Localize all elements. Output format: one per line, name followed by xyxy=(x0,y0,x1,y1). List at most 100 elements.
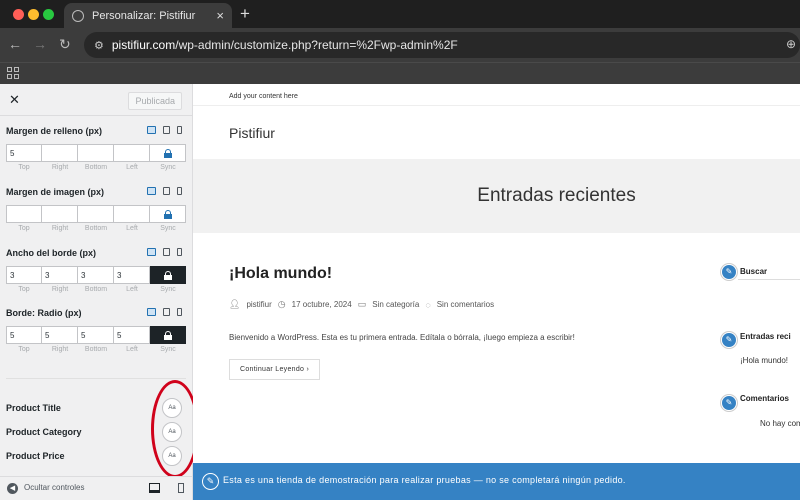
mobile-icon[interactable] xyxy=(177,248,182,256)
recent-post-link[interactable]: ¡Hola mundo! xyxy=(740,356,788,365)
bottom-label: Bottom xyxy=(84,346,108,353)
post-meta: 👤︎ pistifiur ◷ 17 octubre, 2024 ▭ Sin ca… xyxy=(229,299,494,310)
red-highlight-ellipse xyxy=(151,380,199,478)
maximize-window-button[interactable] xyxy=(43,9,54,20)
close-tab-icon[interactable]: × xyxy=(216,8,224,23)
right-input[interactable] xyxy=(42,205,78,223)
edit-pencil-icon[interactable]: ✎ xyxy=(721,332,737,348)
desktop-icon[interactable] xyxy=(147,187,156,195)
left-input[interactable]: 3 xyxy=(114,266,150,284)
sync-toggle[interactable] xyxy=(150,266,186,284)
desktop-preview-icon[interactable] xyxy=(149,483,160,493)
apps-grid-icon[interactable] xyxy=(7,67,19,79)
page-hero: Entradas recientes xyxy=(193,159,800,233)
back-arrow-icon[interactable]: ← xyxy=(8,36,22,52)
mobile-icon[interactable] xyxy=(177,308,182,316)
bottom-label: Bottom xyxy=(84,225,108,232)
zoom-icon[interactable]: ⊕ xyxy=(786,37,796,51)
browser-tab[interactable]: Personalizar: Pistifiur × xyxy=(64,3,232,28)
top-input[interactable] xyxy=(6,205,42,223)
forward-arrow-icon[interactable]: → xyxy=(33,36,47,52)
collapse-icon[interactable]: ◀ xyxy=(7,483,18,494)
edit-pencil-icon[interactable]: ✎ xyxy=(721,395,737,411)
mobile-preview-icon[interactable] xyxy=(178,483,184,493)
right-input[interactable]: 3 xyxy=(42,266,78,284)
section-divider xyxy=(6,378,186,379)
post-title[interactable]: ¡Hola mundo! xyxy=(229,265,332,283)
top-input[interactable]: 5 xyxy=(6,326,42,344)
sync-toggle[interactable] xyxy=(150,326,186,344)
close-customizer-icon[interactable]: ✕ xyxy=(9,92,20,108)
sync-toggle[interactable] xyxy=(150,205,186,223)
reload-icon[interactable]: ↻ xyxy=(59,36,71,53)
preview-device-switcher xyxy=(149,483,231,496)
top-input[interactable]: 3 xyxy=(6,266,42,284)
desktop-icon[interactable] xyxy=(147,308,156,316)
read-more-label: Continuar Leyendo xyxy=(240,366,305,373)
edit-pencil-icon[interactable]: ✎ xyxy=(721,264,737,280)
device-switcher xyxy=(147,248,182,256)
read-more-button[interactable]: Continuar Leyendo › xyxy=(229,359,321,380)
mobile-icon[interactable] xyxy=(177,126,182,134)
left-label: Left xyxy=(126,286,138,293)
post-author[interactable]: pistifiur xyxy=(246,300,271,309)
desktop-icon[interactable] xyxy=(147,126,156,134)
bookmarks-bar xyxy=(0,62,800,84)
padding-control: Margen de relleno (px) 5 Top Right Botto… xyxy=(6,124,186,171)
tablet-icon[interactable] xyxy=(163,187,170,195)
header-divider xyxy=(193,105,800,106)
site-title[interactable]: Pistifiur xyxy=(229,125,275,141)
top-label: Top xyxy=(18,286,30,293)
mobile-icon[interactable] xyxy=(177,187,182,195)
right-label: Right xyxy=(51,225,69,232)
right-label: Right xyxy=(51,346,69,353)
publish-button[interactable]: Publicada xyxy=(128,92,182,110)
sync-label: Sync xyxy=(160,225,176,232)
tablet-icon[interactable] xyxy=(163,248,170,256)
search-widget-field[interactable] xyxy=(738,279,800,280)
device-switcher xyxy=(147,126,182,134)
right-input[interactable]: 5 xyxy=(42,326,78,344)
bottom-input[interactable] xyxy=(78,144,114,162)
bottom-input[interactable]: 5 xyxy=(78,326,114,344)
recent-posts-widget-title: Entradas reci xyxy=(740,332,791,341)
right-label: Right xyxy=(51,286,69,293)
left-input[interactable] xyxy=(114,205,150,223)
bottom-input[interactable]: 3 xyxy=(78,266,114,284)
typography-label: Product Title xyxy=(6,403,61,413)
comment-icon: ◌ xyxy=(425,299,431,310)
device-switcher xyxy=(147,187,182,195)
site-settings-icon[interactable]: ⚙ xyxy=(94,39,104,52)
bottom-label: Bottom xyxy=(84,164,108,171)
hide-controls-button[interactable]: Ocultar controles xyxy=(24,483,84,492)
right-input[interactable] xyxy=(42,144,78,162)
address-bar[interactable]: ⚙ pistifiur.com/wp-admin/customize.php?r… xyxy=(84,32,800,58)
right-label: Right xyxy=(51,164,69,171)
bottom-input[interactable] xyxy=(78,205,114,223)
border-radius-control: Borde: Radio (px) 5 5 5 5 Top Right Bott… xyxy=(6,306,186,353)
post-comments[interactable]: Sin comentarios xyxy=(437,300,494,309)
url-text: pistifiur.com/wp-admin/customize.php?ret… xyxy=(111,38,458,52)
top-label: Top xyxy=(18,225,30,232)
lock-icon xyxy=(163,330,172,340)
tablet-icon[interactable] xyxy=(163,126,170,134)
left-label: Left xyxy=(126,225,138,232)
tablet-icon[interactable] xyxy=(163,308,170,316)
top-input[interactable]: 5 xyxy=(6,144,42,162)
close-window-button[interactable] xyxy=(13,9,24,20)
new-tab-icon[interactable]: + xyxy=(240,4,250,24)
lock-icon xyxy=(163,209,172,219)
sync-toggle[interactable] xyxy=(150,144,186,162)
left-input[interactable]: 5 xyxy=(114,326,150,344)
post-category[interactable]: Sin categoría xyxy=(372,300,419,309)
post-date[interactable]: 17 octubre, 2024 xyxy=(292,300,352,309)
bottom-label: Bottom xyxy=(84,286,108,293)
top-bar-text: Add your content here xyxy=(229,93,298,100)
desktop-icon[interactable] xyxy=(147,248,156,256)
left-label: Left xyxy=(126,164,138,171)
left-input[interactable] xyxy=(114,144,150,162)
edit-pencil-icon[interactable]: ✎ xyxy=(202,473,219,490)
folder-icon: ▭ xyxy=(357,299,367,309)
sync-label: Sync xyxy=(160,286,176,293)
minimize-window-button[interactable] xyxy=(28,9,39,20)
